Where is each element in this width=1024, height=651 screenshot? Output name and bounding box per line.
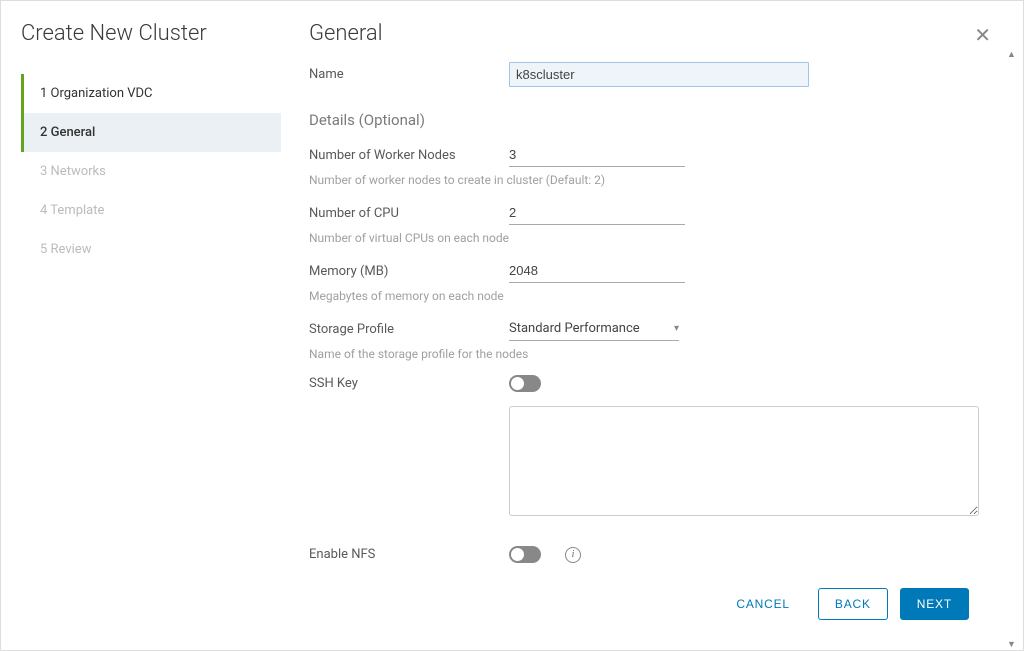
ssh-row: SSH Key [309,375,985,392]
ssh-key-textarea[interactable] [509,406,979,516]
back-button[interactable]: BACK [818,588,888,620]
name-input[interactable] [509,62,809,87]
cpu-input[interactable] [509,201,685,225]
workers-label: Number of Worker Nodes [309,148,509,163]
step-networks: 3 Networks [21,152,281,191]
storage-row: Storage Profile Standard Performance ▾ [309,317,985,341]
step-general[interactable]: 2 General [21,113,281,152]
storage-value: Standard Performance [509,321,640,336]
cpu-row: Number of CPU [309,201,985,225]
storage-select[interactable]: Standard Performance ▾ [509,317,679,341]
chevron-down-icon: ▾ [674,323,679,334]
ssh-label: SSH Key [309,376,509,391]
nfs-label: Enable NFS [309,547,509,562]
nfs-row: Enable NFS i [309,546,985,563]
form-scroll-area[interactable]: Name Details (Optional) Number of Worker… [309,62,995,574]
page-title: General [309,21,383,46]
scroll-down-icon: ▼ [1007,639,1017,650]
step-review: 5 Review [21,230,281,269]
name-row: Name [309,62,985,87]
main-title-row: General ✕ [309,21,995,62]
wizard-footer: CANCEL BACK NEXT [309,574,995,634]
memory-row: Memory (MB) [309,259,985,283]
info-icon[interactable]: i [565,547,581,563]
workers-help: Number of worker nodes to create in clus… [309,173,985,187]
wizard-title: Create New Cluster [21,21,281,46]
wizard-sidebar: Create New Cluster 1 Organization VDC 2 … [1,1,281,650]
memory-input[interactable] [509,259,685,283]
name-label: Name [309,67,509,82]
scroll-up-icon: ▲ [1007,49,1017,60]
nfs-toggle[interactable] [509,546,541,563]
memory-label: Memory (MB) [309,264,509,279]
storage-help: Name of the storage profile for the node… [309,347,985,361]
next-button[interactable]: NEXT [900,588,969,620]
step-template: 4 Template [21,191,281,230]
workers-row: Number of Worker Nodes [309,143,985,167]
workers-input[interactable] [509,143,685,167]
close-icon[interactable]: ✕ [970,21,995,49]
scroll-indicator: ▲ ▼ [1007,49,1017,650]
ssh-toggle[interactable] [509,375,541,392]
cancel-button[interactable]: CANCEL [720,589,805,619]
cpu-label: Number of CPU [309,206,509,221]
cpu-help: Number of virtual CPUs on each node [309,231,985,245]
dialog-body: Create New Cluster 1 Organization VDC 2 … [1,1,1023,650]
memory-help: Megabytes of memory on each node [309,289,985,303]
create-cluster-dialog: Create New Cluster 1 Organization VDC 2 … [0,0,1024,651]
wizard-main: General ✕ Name Details (Optional) Number… [281,1,1023,650]
wizard-steps: 1 Organization VDC 2 General 3 Networks … [21,74,281,269]
storage-label: Storage Profile [309,322,509,337]
step-organization-vdc[interactable]: 1 Organization VDC [21,74,281,113]
details-heading: Details (Optional) [309,111,985,129]
